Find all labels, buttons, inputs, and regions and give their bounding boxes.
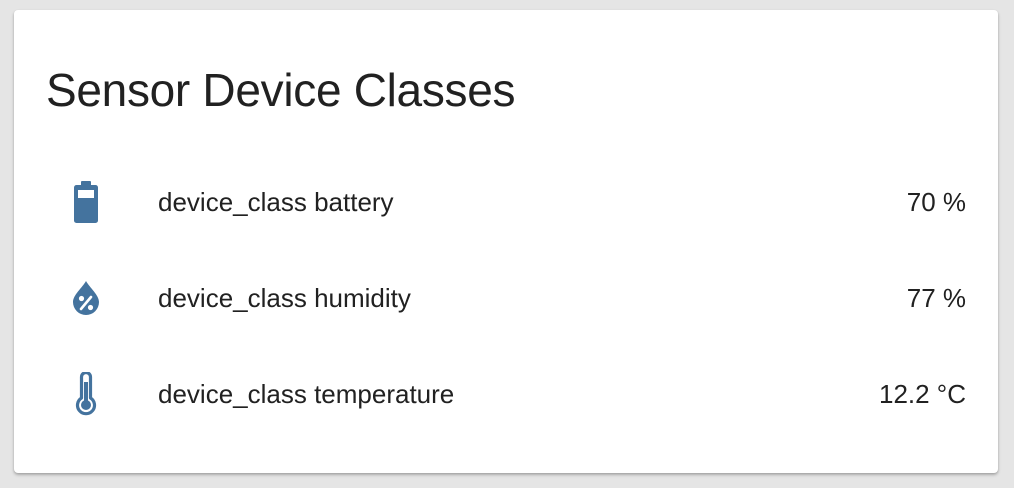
battery-icon (70, 181, 102, 223)
entity-name: device_class temperature (158, 379, 455, 409)
entity-state: 77 % (906, 283, 966, 313)
entity-name: device_class battery (158, 187, 394, 217)
card-title: Sensor Device Classes (46, 64, 516, 116)
water-percent-icon (70, 278, 102, 318)
entity-row-temperature[interactable]: device_class temperature 12.2 °C (14, 362, 998, 426)
thermometer-icon (70, 372, 102, 416)
entities-card: Sensor Device Classes device_class batte… (14, 10, 998, 473)
entity-row-battery[interactable]: device_class battery 70 % (14, 170, 998, 234)
entity-row-humidity[interactable]: device_class humidity 77 % (14, 266, 998, 330)
entity-name: device_class humidity (158, 283, 411, 313)
entity-state: 70 % (906, 187, 966, 217)
entity-state: 12.2 °C (878, 379, 966, 409)
